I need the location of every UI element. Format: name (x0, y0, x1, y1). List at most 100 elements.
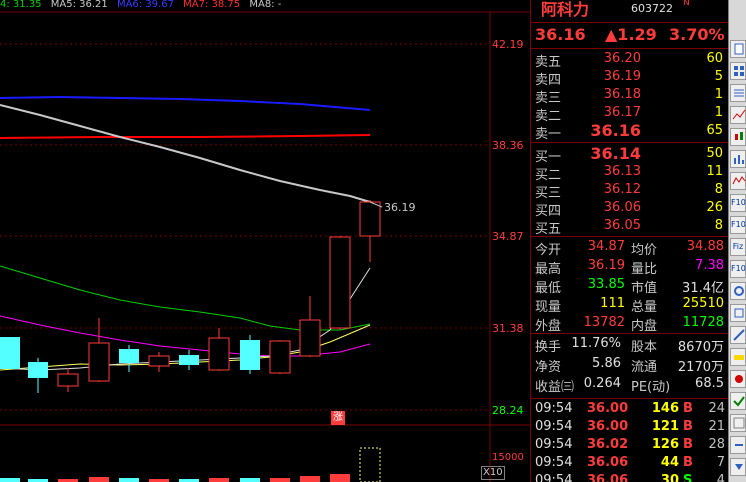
tick-count: 24 (708, 401, 725, 416)
ask-row[interactable]: 卖三 36.18 1 (531, 86, 729, 106)
stat-label: 量比 (631, 262, 658, 277)
new-stock-flag: N (683, 0, 690, 8)
ma-white-line (0, 104, 381, 206)
tick-row[interactable]: 09:54 36.06 44 B 7 (531, 454, 729, 473)
stat-label: 收益㈢ (535, 380, 575, 395)
candle (57, 373, 79, 387)
tool-button[interactable] (730, 414, 746, 432)
scroll-down-button[interactable] (730, 458, 746, 476)
bid-row[interactable]: 买一 36.14 50 (531, 144, 729, 165)
tool-button[interactable] (730, 348, 746, 366)
ask-row[interactable]: 卖五 36.20 60 (531, 50, 729, 70)
candle (28, 362, 48, 378)
stock-code: 603722 (631, 2, 673, 15)
f10-button[interactable]: F10 (730, 194, 746, 212)
tick-row[interactable]: 09:54 36.02 126 B 28 (531, 436, 729, 455)
bid-row[interactable]: 买五 36.05 8 (531, 217, 729, 237)
candle (148, 355, 170, 367)
grid-view-button[interactable] (730, 62, 746, 80)
tick-count: 28 (708, 437, 725, 452)
stat-label: 最高 (535, 262, 562, 277)
stat-label: 股本 (631, 340, 658, 355)
ask-volume: 65 (706, 123, 723, 138)
bid-volume: 8 (714, 182, 723, 197)
tick-time: 09:54 (535, 419, 573, 434)
volume-bar (270, 478, 290, 482)
list-view-button[interactable] (730, 84, 746, 102)
f10-button[interactable]: F10 (730, 260, 746, 278)
candle (299, 319, 321, 357)
bid-row[interactable]: 买三 36.12 8 (531, 181, 729, 201)
f10-button[interactable]: F10 (730, 216, 746, 234)
ask-row[interactable]: 卖一 36.16 65 (531, 121, 729, 142)
stat-row: 今开 34.87 均价 34.88 (531, 238, 729, 258)
stat-value: 31.4亿 (682, 281, 724, 296)
tool-button[interactable] (730, 392, 746, 410)
stat-row: 现量 111 总量 25510 (531, 295, 729, 315)
kline-chart-button[interactable] (730, 128, 746, 146)
ma-red-line (0, 134, 371, 139)
stat-value: 33.85 (587, 277, 625, 292)
tick-volume: 126 (651, 437, 679, 452)
stock-name[interactable]: 阿科力 (541, 0, 589, 20)
last-price-label: 36.19 (384, 201, 416, 214)
tick-price: 36.06 (587, 473, 629, 482)
tick-time: 09:54 (535, 473, 573, 482)
divider (531, 142, 729, 143)
ask-price: 36.20 (603, 51, 641, 66)
tick-row[interactable]: 09:54 36.00 146 B 24 (531, 400, 729, 419)
candle (329, 236, 351, 329)
stat-label: 净资 (535, 360, 562, 375)
tool-button[interactable] (730, 326, 746, 344)
line-chart-button[interactable] (730, 106, 746, 124)
bid-price: 36.06 (603, 200, 641, 215)
tick-time: 09:54 (535, 455, 573, 470)
bid-row[interactable]: 买四 36.06 26 (531, 199, 729, 219)
y-tick-label: 28.24 (492, 404, 524, 417)
tick-row[interactable]: 09:54 36.00 121 B 21 (531, 418, 729, 437)
bid-price: 36.13 (603, 164, 641, 179)
bid-row[interactable]: 买二 36.13 11 (531, 163, 729, 183)
stat-label: 内盘 (631, 319, 658, 334)
price-change-pct: 3.70% (669, 25, 725, 44)
divider (531, 48, 729, 49)
fundamental-row: 收益㈢ 0.264 PE(动) 68.5 (531, 375, 729, 395)
tick-volume: 121 (651, 419, 679, 434)
tick-time: 09:54 (535, 401, 573, 416)
fiz-button[interactable]: Fiz (730, 238, 746, 256)
divider (531, 398, 729, 399)
indicator-button[interactable] (730, 172, 746, 190)
price-change: ▲1.29 (605, 25, 657, 44)
stat-value: 2170万 (677, 360, 724, 375)
ask-row[interactable]: 卖四 36.19 5 (531, 68, 729, 88)
ask-volume: 5 (714, 69, 723, 84)
candlestick-chart[interactable]: 4: 31.35 MA5: 36.21 MA6: 39.67 MA7: 38.7… (0, 0, 530, 482)
stock-title: 阿科力 603722 N (531, 0, 729, 22)
stat-value: 13782 (583, 315, 625, 330)
tick-price: 36.06 (587, 455, 629, 470)
ma-blue-line (0, 95, 371, 111)
stat-label: PE(动) (631, 380, 671, 395)
bid-volume: 26 (706, 200, 723, 215)
stat-label: 总量 (631, 300, 658, 315)
settings-button[interactable] (730, 282, 746, 300)
stat-label: 均价 (631, 243, 658, 258)
bid-volume: 11 (706, 164, 723, 179)
tool-button[interactable] (730, 436, 746, 454)
candle (269, 340, 291, 374)
tick-volume: 146 (651, 401, 679, 416)
scroll-up-button[interactable] (730, 40, 746, 58)
tool-button[interactable] (730, 370, 746, 388)
bar-chart-button[interactable] (730, 150, 746, 168)
tool-button[interactable] (730, 304, 746, 322)
divider (531, 236, 729, 237)
tick-row[interactable]: 09:54 36.06 30 S 4 (531, 472, 729, 482)
limit-up-badge: 涨 (331, 411, 345, 425)
candle (179, 355, 199, 365)
volume-bar (119, 478, 139, 482)
y-tick-label: 38.36 (492, 139, 524, 152)
stat-value: 25510 (682, 296, 724, 311)
volume-bar (0, 478, 20, 482)
stat-label: 外盘 (535, 319, 562, 334)
quote-panel: 阿科力 603722 N 36.16 ▲1.29 3.70% 卖五 36.20 60… (530, 0, 729, 482)
